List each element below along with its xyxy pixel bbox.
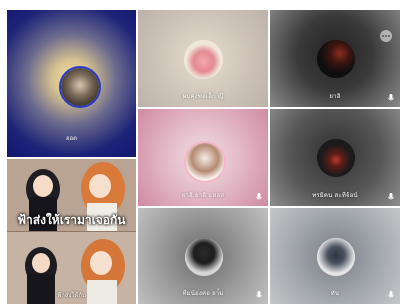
status-right: ◁ ◈ ◉ 28% ▮ [355, 3, 388, 9]
subtitle-caption: ฟ้าส่งให้เรามาเจอกัน [17, 213, 126, 227]
pig-avatar [184, 40, 223, 79]
chibi-avatar [184, 141, 226, 183]
mic-muted-icon [256, 291, 262, 298]
participant-tile-man[interactable]: ทัน [270, 208, 400, 304]
self-avatar [59, 66, 101, 108]
gorilla-name: ทรมิคน สะทีจ้อน์ [312, 192, 358, 199]
shared-screen-tile[interactable]: ฟ้าส่งให้เรามาเจอกัน ฟ้าส่งให้กับ [7, 159, 136, 304]
cornvil-avatar [317, 40, 355, 78]
girl-avatar [185, 238, 223, 276]
mic-muted-icon [388, 193, 394, 200]
participant-tile-girl[interactable]: ทีมน้องค่อ ยา้ม [138, 208, 268, 304]
girl-name: ทีมน้องค่อ ยา้ม [182, 290, 224, 297]
mic-muted-icon [256, 193, 262, 200]
pig-name: ผมคุงพ่อเล็ก ญี [182, 93, 224, 100]
mic-muted-icon [388, 94, 394, 101]
more-options-icon[interactable] [380, 30, 392, 42]
participant-tile-gorilla[interactable]: ทรมิคน สะทีจ้อน์ [270, 109, 400, 206]
self-name: ออด [65, 135, 78, 142]
participant-tile-chibi[interactable]: ยาฮิ ยาฮิ แหลส [138, 109, 268, 206]
participant-tile-cornvil[interactable]: ยาฮิ [270, 10, 400, 107]
chibi-name: ยาฮิ ยาฮิ แหลส [181, 192, 225, 199]
man-avatar [317, 238, 355, 276]
mic-muted-icon [388, 291, 394, 298]
participant-tile-pig[interactable]: ผมคุงพ่อเล็ก ญี [138, 10, 268, 107]
self-video-tile[interactable]: ออด [7, 10, 136, 157]
gorilla-avatar [317, 139, 355, 177]
subtitle-caption-2: ฟ้าส่งให้กับ [57, 292, 86, 299]
cornvil-name: ยาฮิ [329, 93, 341, 100]
man-name: ทัน [330, 290, 340, 297]
